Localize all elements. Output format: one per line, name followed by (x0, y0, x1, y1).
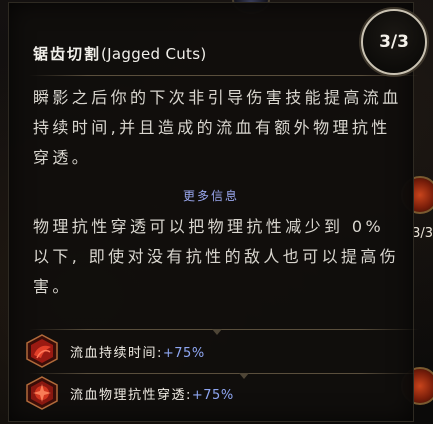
stat-text: 流血物理抗性穿透:+75% (70, 384, 234, 403)
stat-label: 流血持续时间: (70, 345, 163, 361)
stat-text: 流血持续时间:+75% (70, 342, 205, 361)
skill-title: 锯齿切割(Jagged Cuts) (33, 43, 206, 64)
skill-title-cn: 锯齿切割 (33, 45, 102, 63)
stat-row: 流血持续时间:+75% (23, 331, 403, 371)
more-info-link[interactable]: 更多信息 (9, 187, 413, 204)
stats-divider (29, 329, 419, 330)
stat-value: +75% (191, 387, 234, 403)
skill-title-en: (Jagged Cuts) (101, 45, 207, 63)
stat-label: 流血物理抗性穿透: (70, 387, 192, 403)
skill-description: 瞬影之后你的下次非引导伤害技能提高流血持续时间,并且造成的流血有额外物理抗性穿透… (33, 88, 402, 167)
physical-penetration-icon (25, 376, 59, 410)
bleed-duration-icon (25, 334, 59, 368)
skill-tooltip: 锯齿切割(Jagged Cuts) 3/3 瞬影之后你的下次非引导伤害技能提高流… (8, 2, 427, 422)
skill-rank-badge: 3/3 (361, 9, 427, 75)
adjacent-skill-rank: 3/3 (412, 226, 433, 241)
stat-row: 流血物理抗性穿透:+75% (23, 373, 403, 413)
stat-value: +75% (162, 345, 205, 361)
skill-extra-info: 物理抗性穿透可以把物理抗性减少到 0% 以下, 即使对没有抗性的敌人也可以提高伤… (33, 217, 400, 296)
title-divider (29, 75, 419, 76)
